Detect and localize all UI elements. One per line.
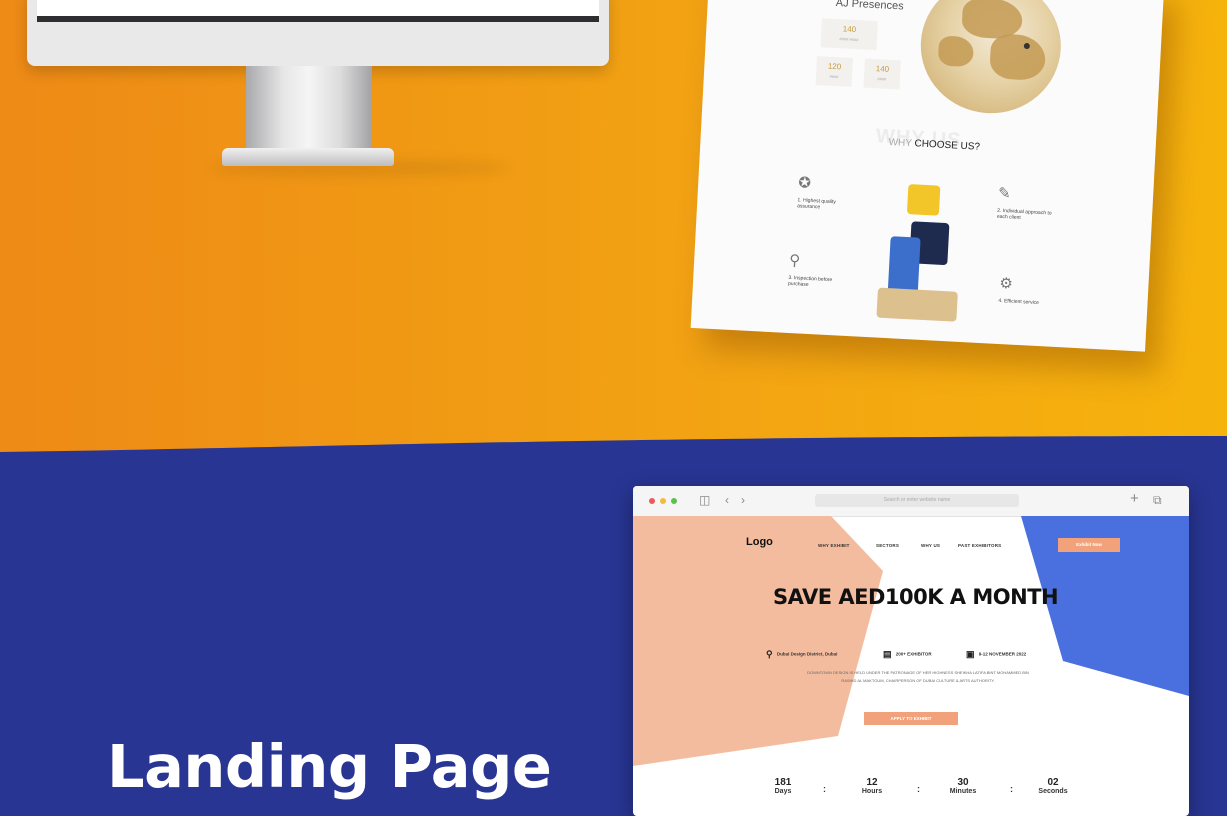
imac-stand-foot bbox=[222, 148, 394, 166]
countdown-value: 12 bbox=[866, 777, 878, 788]
box-image bbox=[876, 287, 958, 322]
countdown-label: Minutes bbox=[949, 788, 977, 795]
globe-landmass bbox=[937, 35, 975, 68]
sidebar-icon[interactable]: ◫ bbox=[699, 493, 710, 507]
inspection-icon: ⚲ bbox=[788, 251, 801, 270]
location-pin-icon: ⚲ bbox=[766, 649, 773, 659]
feature-item: ✎ 2. Individual approach to each client bbox=[997, 184, 1054, 223]
yellow-shirt-image bbox=[906, 184, 941, 216]
nav-why-exhibit[interactable]: WHY EXHIBIT bbox=[818, 543, 850, 548]
tabs-overview-icon[interactable]: ⧉ bbox=[1153, 493, 1162, 508]
countdown-label: Days bbox=[774, 788, 792, 795]
countdown-value: 30 bbox=[957, 777, 969, 788]
globe-landmass bbox=[989, 33, 1047, 81]
stat-caption: #### bbox=[877, 76, 887, 82]
location-info: ⚲ Dubai Design District, Dubai bbox=[766, 649, 837, 660]
stat-value: 120 bbox=[827, 61, 842, 72]
background-shapes bbox=[633, 516, 1189, 766]
salmon-shape bbox=[633, 516, 883, 766]
nav-sectors[interactable]: SECTORS bbox=[876, 543, 899, 548]
close-dot-icon[interactable] bbox=[649, 498, 655, 504]
countdown-separator: : bbox=[917, 784, 920, 794]
presence-title: AJ Presences bbox=[835, 0, 904, 13]
landing-page-viewport: Logo WHY EXHIBIT SECTORS WHY US PAST EXH… bbox=[633, 516, 1189, 816]
countdown-minutes: 30 Minutes bbox=[943, 778, 983, 796]
stat-value: 140 bbox=[875, 64, 890, 74]
feature-label: 4. Efficient service bbox=[998, 297, 1040, 307]
imac-stand-neck bbox=[246, 66, 372, 152]
stat-caption: #### #### bbox=[839, 36, 859, 43]
hero-title: SAVE AED100K A MONTH bbox=[773, 585, 1059, 609]
feature-item: ⚙ 4. Efficient service bbox=[998, 274, 1045, 306]
document-check-icon: ✎ bbox=[997, 184, 1012, 203]
nav-past-exhibitors[interactable]: PAST EXHIBITORS bbox=[958, 543, 1001, 548]
hero-description: DOWNTOWN DESIGN IS HELD UNDER THE PATRON… bbox=[807, 670, 1029, 683]
apply-to-exhibit-button[interactable]: APPLY TO EXHIBIT bbox=[864, 712, 958, 725]
booth-icon: ▤ bbox=[883, 649, 892, 659]
countdown-label: Seconds bbox=[1038, 788, 1068, 795]
location-text: Dubai Design District, Dubai bbox=[776, 651, 838, 657]
nav-why-us[interactable]: WHY US bbox=[921, 543, 940, 548]
stat-value: 140 bbox=[842, 24, 857, 35]
exhibit-now-button[interactable]: Exhibit Now bbox=[1058, 538, 1120, 552]
feature-label: 2. Individual approach to each client bbox=[996, 207, 1052, 221]
address-bar[interactable]: Search or enter website name bbox=[815, 494, 1019, 507]
minimize-dot-icon[interactable] bbox=[660, 498, 666, 504]
countdown-days: 181 Days bbox=[763, 778, 803, 796]
globe-map bbox=[917, 0, 1065, 117]
browser-mockup: ◫ ‹ › Search or enter website name + ⧉ L… bbox=[633, 486, 1189, 816]
stat-caption: #### bbox=[829, 73, 839, 80]
award-icon: ✪ bbox=[797, 174, 812, 192]
stat-card: 140 #### #### bbox=[820, 18, 878, 51]
why-title-light: WHY bbox=[888, 136, 913, 150]
feature-item: ⚲ 3. Inspection before purchase bbox=[788, 251, 840, 290]
countdown-value: 181 bbox=[774, 777, 792, 788]
exhibitors-text: 200+ EXHIBITOR bbox=[895, 651, 932, 657]
forward-arrow-icon[interactable]: › bbox=[741, 493, 745, 507]
calendar-icon: ▣ bbox=[966, 649, 975, 659]
service-icon: ⚙ bbox=[998, 274, 1014, 293]
browser-toolbar: ◫ ‹ › Search or enter website name + ⧉ bbox=[633, 486, 1189, 517]
tilted-page-mockup: AJ Presences 140 #### #### 120 #### 140 … bbox=[690, 0, 1165, 352]
countdown-value: 02 bbox=[1047, 777, 1059, 788]
countdown-seconds: 02 Seconds bbox=[1033, 778, 1073, 796]
stat-card: 140 #### bbox=[863, 58, 901, 90]
new-tab-plus-icon[interactable]: + bbox=[1130, 490, 1139, 507]
imac-screen bbox=[27, 0, 609, 66]
site-logo[interactable]: Logo bbox=[746, 536, 773, 548]
countdown-separator: : bbox=[1010, 784, 1013, 794]
countdown-hours: 12 Hours bbox=[852, 778, 892, 796]
imac-display bbox=[37, 0, 599, 22]
feature-item: ✪ 1. Highest quality assurance bbox=[797, 173, 849, 212]
exhibitors-info: ▤ 200+ EXHIBITOR bbox=[883, 649, 932, 660]
feature-label: 1. Highest quality assurance bbox=[796, 197, 836, 211]
section-title: Landing Page bbox=[107, 732, 552, 801]
feature-label: 3. Inspection before purchase bbox=[787, 274, 833, 288]
countdown-label: Hours bbox=[861, 788, 883, 795]
countdown-separator: : bbox=[823, 784, 826, 794]
dates-info: ▣ 9-12 NOVEMBER 2022 bbox=[966, 649, 1026, 660]
stat-card: 120 #### bbox=[815, 56, 853, 87]
why-choose-title: WHY CHOOSE US? bbox=[888, 137, 980, 153]
back-arrow-icon[interactable]: ‹ bbox=[725, 493, 729, 507]
maximize-dot-icon[interactable] bbox=[671, 498, 677, 504]
dates-text: 9-12 NOVEMBER 2022 bbox=[978, 651, 1027, 657]
